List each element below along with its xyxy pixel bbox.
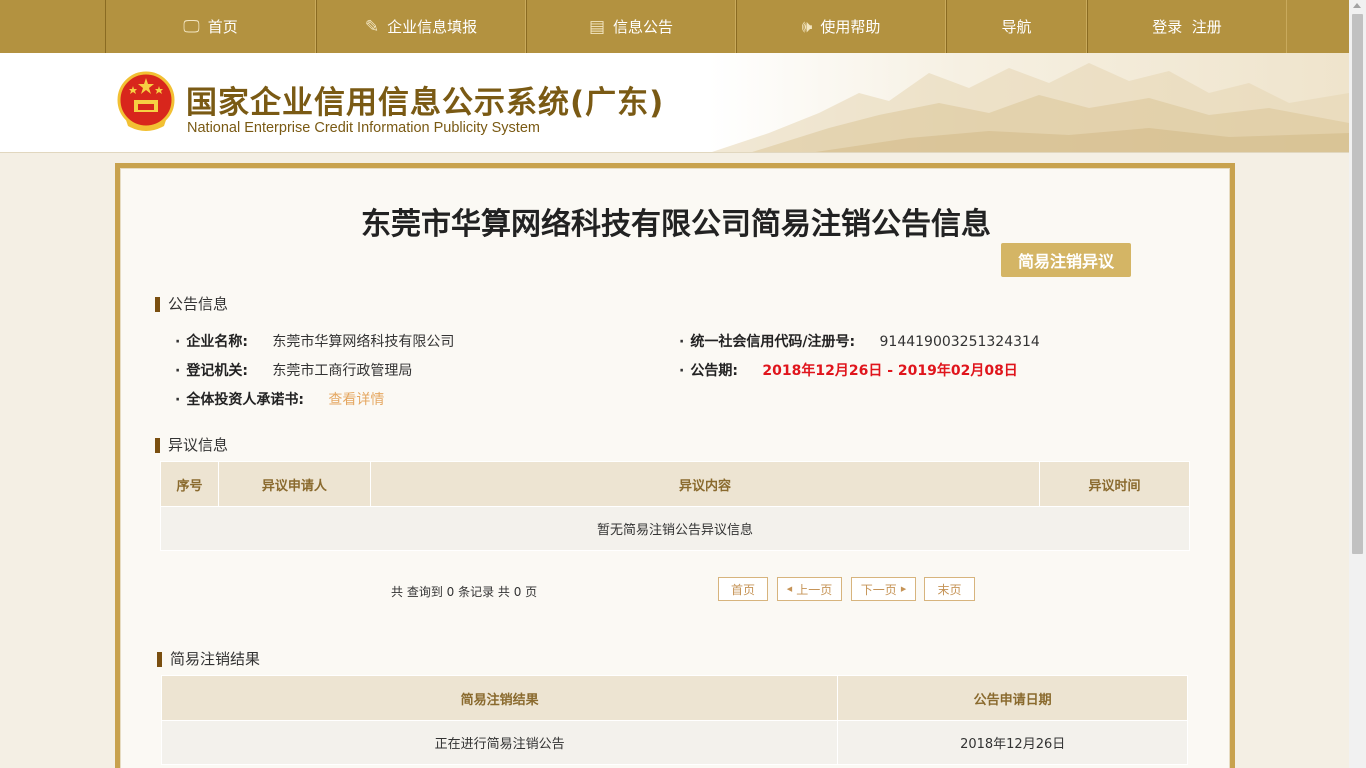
company-name-value: 东莞市华算网络科技有限公司 [272,334,455,350]
document-icon: ▤ [588,16,606,37]
pager-next-button[interactable]: 下一页 ▶ [851,577,916,601]
nav-spacer-right [1287,0,1349,53]
nav-navigation-label: 导航 [1001,18,1032,36]
page-title: 东莞市华算网络科技有限公司简易注销公告信息 [361,207,991,242]
national-emblem-icon [117,71,175,131]
chevron-right-icon: ▶ [900,585,907,593]
credit-code-label: 统一社会信用代码/注册号: [690,334,856,350]
nav-login-register-label: 登录 注册 [1152,18,1222,36]
objection-section-heading: 异议信息 [155,438,228,453]
objection-table: 序号 异议申请人 异议内容 异议时间 暂无简易注销公告异议信息 [160,461,1190,551]
edit-icon: ✎ [364,16,380,37]
pager-last-button[interactable]: 末页 [924,577,975,601]
pager-next-label: 下一页 [860,582,897,597]
notice-card-inner: 东莞市华算网络科技有限公司简易注销公告信息 简易注销异议 公告信息 · 企业名称:… [120,168,1230,768]
company-name-row: · 企业名称: 东莞市华算网络科技有限公司 [175,334,455,350]
pager-prev-button[interactable]: ◀ 上一页 [777,577,842,601]
result-table-header: 简易注销结果 公告申请日期 [160,675,1188,721]
col-applicant: 异议申请人 [217,461,371,507]
nav-home[interactable]: 🖵 首页 [105,0,316,53]
notice-period-label: 公告期: [690,363,738,379]
commitment-label: 全体投资人承诺书: [186,392,304,408]
speaker-icon: 🕪 [801,16,813,37]
chevron-left-icon: ◀ [786,585,793,593]
result-section-heading: 简易注销结果 [157,652,260,667]
nav-report[interactable]: ✎ 企业信息填报 [316,0,526,53]
nav-report-label: 企业信息填报 [387,18,478,36]
col-apply-date: 公告申请日期 [837,675,1188,721]
nav-announcement-label: 信息公告 [613,18,674,36]
view-details-link[interactable]: 查看详情 [328,392,384,408]
company-name-label: 企业名称: [186,334,248,350]
nav-help-label: 使用帮助 [820,18,881,36]
scroll-up-arrow-icon[interactable] [1353,3,1361,8]
site-header: 国家企业信用信息公示系统(广东) National Enterprise Cre… [0,53,1349,153]
pager-info: 共 查询到 0 条记录 共 0 页 [391,585,538,599]
credit-code-row: · 统一社会信用代码/注册号: 914419003251324314 [679,334,1040,350]
nav-announcement[interactable]: ▤ 信息公告 [526,0,736,53]
notice-period-value: 2018年12月26日 - 2019年02月08日 [762,363,1018,379]
authority-row: · 登记机关: 东莞市工商行政管理局 [175,363,413,379]
nav-navigation[interactable]: 导航 [946,0,1087,53]
notice-card: 东莞市华算网络科技有限公司简易注销公告信息 简易注销异议 公告信息 · 企业名称:… [115,163,1235,768]
authority-label: 登记机关: [186,363,248,379]
result-table: 简易注销结果 公告申请日期 正在进行简易注销公告 2018年12月26日 [160,675,1188,765]
col-time: 异议时间 [1039,461,1190,507]
nav-home-label: 首页 [207,18,238,36]
scrollbar-thumb[interactable] [1352,14,1363,554]
col-result: 简易注销结果 [160,675,839,721]
nav-help[interactable]: 🕪 使用帮助 [736,0,946,53]
table-row: 暂无简易注销公告异议信息 [160,506,1190,551]
monitor-icon: 🖵 [183,16,200,37]
empty-objection-message: 暂无简易注销公告异议信息 [160,506,1190,551]
credit-code-value: 914419003251324314 [879,334,1040,350]
pager-prev-label: 上一页 [796,582,833,597]
notice-period-row: · 公告期: 2018年12月26日 - 2019年02月08日 [679,363,1018,379]
site-title: 国家企业信用信息公示系统(广东) [186,85,665,121]
result-value: 正在进行简易注销公告 [160,720,839,765]
table-row: 正在进行简易注销公告 2018年12月26日 [160,720,1188,765]
authority-value: 东莞市工商行政管理局 [272,363,413,379]
vertical-scrollbar[interactable] [1349,0,1366,768]
commitment-row: · 全体投资人承诺书: 查看详情 [175,392,385,408]
col-index: 序号 [160,461,219,507]
notice-section-heading: 公告信息 [155,297,228,312]
col-content: 异议内容 [369,461,1041,507]
objection-table-header: 序号 异议申请人 异议内容 异议时间 [160,461,1190,507]
apply-date-value: 2018年12月26日 [837,720,1188,765]
objection-button[interactable]: 简易注销异议 [1001,243,1131,277]
mountain-background [709,53,1349,152]
nav-login-register[interactable]: 登录 注册 [1087,0,1287,53]
site-subtitle: National Enterprise Credit Information P… [187,120,540,136]
pager-first-button[interactable]: 首页 [718,577,768,601]
top-nav: 🖵 首页 ✎ 企业信息填报 ▤ 信息公告 🕪 使用帮助 导航 登录 注册 [0,0,1349,53]
